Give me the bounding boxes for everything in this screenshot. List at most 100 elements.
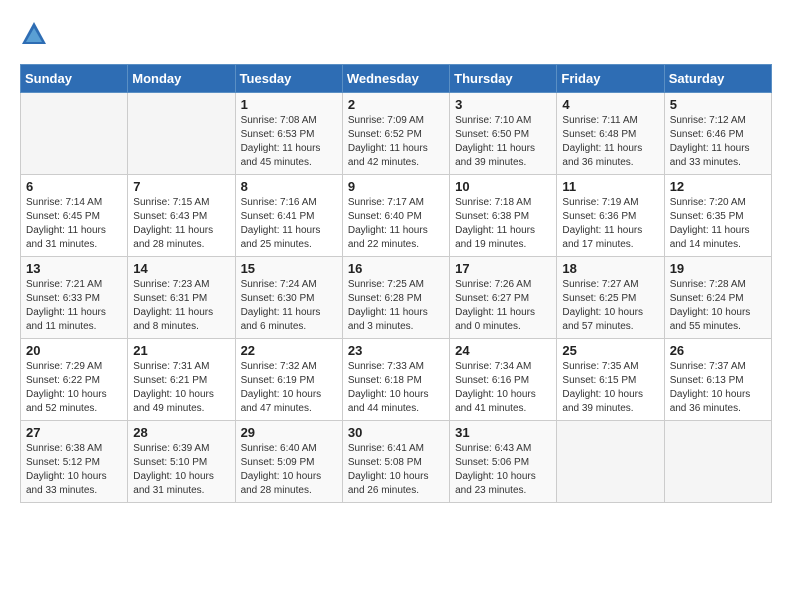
weekday-header-sunday: Sunday	[21, 65, 128, 93]
day-number: 20	[26, 343, 122, 358]
day-detail: Sunrise: 6:40 AM Sunset: 5:09 PM Dayligh…	[241, 442, 337, 498]
day-number: 25	[562, 343, 658, 358]
day-detail: Sunrise: 7:11 AM Sunset: 6:48 PM Dayligh…	[562, 114, 658, 170]
calendar-cell: 15 Sunrise: 7:24 AM Sunset: 6:30 PM Dayli…	[235, 257, 342, 339]
day-number: 3	[455, 97, 551, 112]
calendar-cell: 27 Sunrise: 6:38 AM Sunset: 5:12 PM Dayli…	[21, 421, 128, 503]
weekday-header-thursday: Thursday	[450, 65, 557, 93]
day-number: 7	[133, 179, 229, 194]
calendar-week-row: 27 Sunrise: 6:38 AM Sunset: 5:12 PM Dayli…	[21, 421, 772, 503]
calendar-cell: 30Sunrise: 6:41 AM Sunset: 5:08 PM Dayli…	[342, 421, 449, 503]
day-detail: Sunrise: 7:25 AM Sunset: 6:28 PM Dayligh…	[348, 278, 444, 334]
calendar-table: SundayMondayTuesdayWednesdayThursdayFrid…	[20, 64, 772, 503]
day-detail: Sunrise: 7:09 AM Sunset: 6:52 PM Dayligh…	[348, 114, 444, 170]
day-number: 6	[26, 179, 122, 194]
day-number: 14	[133, 261, 229, 276]
day-number: 13	[26, 261, 122, 276]
day-number: 1	[241, 97, 337, 112]
day-detail: Sunrise: 7:29 AM Sunset: 6:22 PM Dayligh…	[26, 360, 122, 416]
calendar-cell: 28Sunrise: 6:39 AM Sunset: 5:10 PM Dayli…	[128, 421, 235, 503]
calendar-cell: 31 Sunrise: 6:43 AM Sunset: 5:06 PM Dayli…	[450, 421, 557, 503]
calendar-header-row: SundayMondayTuesdayWednesdayThursdayFrid…	[21, 65, 772, 93]
day-number: 10	[455, 179, 551, 194]
day-number: 26	[670, 343, 766, 358]
calendar-cell: 3 Sunrise: 7:10 AM Sunset: 6:50 PM Daylig…	[450, 93, 557, 175]
day-number: 15	[241, 261, 337, 276]
day-detail: Sunrise: 7:27 AM Sunset: 6:25 PM Dayligh…	[562, 278, 658, 334]
day-number: 5	[670, 97, 766, 112]
calendar-cell: 25Sunrise: 7:35 AM Sunset: 6:15 PM Dayli…	[557, 339, 664, 421]
calendar-cell: 2Sunrise: 7:09 AM Sunset: 6:52 PM Daylig…	[342, 93, 449, 175]
weekday-header-friday: Friday	[557, 65, 664, 93]
day-number: 22	[241, 343, 337, 358]
day-detail: Sunrise: 7:10 AM Sunset: 6:50 PM Dayligh…	[455, 114, 551, 170]
day-detail: Sunrise: 7:20 AM Sunset: 6:35 PM Dayligh…	[670, 196, 766, 252]
calendar-cell: 9Sunrise: 7:17 AM Sunset: 6:40 PM Daylig…	[342, 175, 449, 257]
calendar-cell: 5 Sunrise: 7:12 AM Sunset: 6:46 PM Daylig…	[664, 93, 771, 175]
calendar-cell: 29 Sunrise: 6:40 AM Sunset: 5:09 PM Dayli…	[235, 421, 342, 503]
day-detail: Sunrise: 7:24 AM Sunset: 6:30 PM Dayligh…	[241, 278, 337, 334]
day-detail: Sunrise: 7:33 AM Sunset: 6:18 PM Dayligh…	[348, 360, 444, 416]
calendar-cell: 20 Sunrise: 7:29 AM Sunset: 6:22 PM Dayli…	[21, 339, 128, 421]
calendar-week-row: 20 Sunrise: 7:29 AM Sunset: 6:22 PM Dayli…	[21, 339, 772, 421]
day-number: 24	[455, 343, 551, 358]
weekday-header-saturday: Saturday	[664, 65, 771, 93]
day-number: 4	[562, 97, 658, 112]
calendar-cell: 6 Sunrise: 7:14 AM Sunset: 6:45 PM Daylig…	[21, 175, 128, 257]
calendar-week-row: 13 Sunrise: 7:21 AM Sunset: 6:33 PM Dayli…	[21, 257, 772, 339]
calendar-cell: 1 Sunrise: 7:08 AM Sunset: 6:53 PM Daylig…	[235, 93, 342, 175]
day-detail: Sunrise: 7:28 AM Sunset: 6:24 PM Dayligh…	[670, 278, 766, 334]
weekday-header-tuesday: Tuesday	[235, 65, 342, 93]
day-detail: Sunrise: 7:37 AM Sunset: 6:13 PM Dayligh…	[670, 360, 766, 416]
calendar-cell: 23 Sunrise: 7:33 AM Sunset: 6:18 PM Dayli…	[342, 339, 449, 421]
calendar-cell: 22Sunrise: 7:32 AM Sunset: 6:19 PM Dayli…	[235, 339, 342, 421]
day-detail: Sunrise: 7:26 AM Sunset: 6:27 PM Dayligh…	[455, 278, 551, 334]
day-detail: Sunrise: 7:17 AM Sunset: 6:40 PM Dayligh…	[348, 196, 444, 252]
day-number: 27	[26, 425, 122, 440]
day-detail: Sunrise: 7:19 AM Sunset: 6:36 PM Dayligh…	[562, 196, 658, 252]
day-detail: Sunrise: 7:21 AM Sunset: 6:33 PM Dayligh…	[26, 278, 122, 334]
weekday-header-monday: Monday	[128, 65, 235, 93]
calendar-cell	[557, 421, 664, 503]
day-number: 21	[133, 343, 229, 358]
page-header	[20, 20, 772, 48]
calendar-cell: 21 Sunrise: 7:31 AM Sunset: 6:21 PM Dayli…	[128, 339, 235, 421]
calendar-cell: 26 Sunrise: 7:37 AM Sunset: 6:13 PM Dayli…	[664, 339, 771, 421]
logo-icon	[20, 20, 48, 48]
day-detail: Sunrise: 7:15 AM Sunset: 6:43 PM Dayligh…	[133, 196, 229, 252]
day-detail: Sunrise: 6:41 AM Sunset: 5:08 PM Dayligh…	[348, 442, 444, 498]
calendar-cell	[128, 93, 235, 175]
day-number: 29	[241, 425, 337, 440]
logo	[20, 20, 52, 48]
day-detail: Sunrise: 6:38 AM Sunset: 5:12 PM Dayligh…	[26, 442, 122, 498]
day-detail: Sunrise: 7:14 AM Sunset: 6:45 PM Dayligh…	[26, 196, 122, 252]
calendar-cell: 7 Sunrise: 7:15 AM Sunset: 6:43 PM Daylig…	[128, 175, 235, 257]
day-detail: Sunrise: 6:43 AM Sunset: 5:06 PM Dayligh…	[455, 442, 551, 498]
calendar-cell: 16Sunrise: 7:25 AM Sunset: 6:28 PM Dayli…	[342, 257, 449, 339]
calendar-week-row: 1 Sunrise: 7:08 AM Sunset: 6:53 PM Daylig…	[21, 93, 772, 175]
day-number: 11	[562, 179, 658, 194]
day-number: 18	[562, 261, 658, 276]
day-detail: Sunrise: 7:34 AM Sunset: 6:16 PM Dayligh…	[455, 360, 551, 416]
day-detail: Sunrise: 7:08 AM Sunset: 6:53 PM Dayligh…	[241, 114, 337, 170]
day-detail: Sunrise: 6:39 AM Sunset: 5:10 PM Dayligh…	[133, 442, 229, 498]
day-number: 19	[670, 261, 766, 276]
day-detail: Sunrise: 7:31 AM Sunset: 6:21 PM Dayligh…	[133, 360, 229, 416]
day-number: 23	[348, 343, 444, 358]
calendar-cell: 17 Sunrise: 7:26 AM Sunset: 6:27 PM Dayli…	[450, 257, 557, 339]
day-number: 31	[455, 425, 551, 440]
calendar-cell: 12Sunrise: 7:20 AM Sunset: 6:35 PM Dayli…	[664, 175, 771, 257]
day-number: 8	[241, 179, 337, 194]
day-detail: Sunrise: 7:23 AM Sunset: 6:31 PM Dayligh…	[133, 278, 229, 334]
calendar-cell: 13 Sunrise: 7:21 AM Sunset: 6:33 PM Dayli…	[21, 257, 128, 339]
day-detail: Sunrise: 7:12 AM Sunset: 6:46 PM Dayligh…	[670, 114, 766, 170]
calendar-cell: 10 Sunrise: 7:18 AM Sunset: 6:38 PM Dayli…	[450, 175, 557, 257]
day-detail: Sunrise: 7:18 AM Sunset: 6:38 PM Dayligh…	[455, 196, 551, 252]
day-number: 17	[455, 261, 551, 276]
calendar-cell: 18 Sunrise: 7:27 AM Sunset: 6:25 PM Dayli…	[557, 257, 664, 339]
calendar-cell: 4 Sunrise: 7:11 AM Sunset: 6:48 PM Daylig…	[557, 93, 664, 175]
calendar-cell: 8Sunrise: 7:16 AM Sunset: 6:41 PM Daylig…	[235, 175, 342, 257]
calendar-cell	[664, 421, 771, 503]
calendar-cell	[21, 93, 128, 175]
calendar-cell: 24 Sunrise: 7:34 AM Sunset: 6:16 PM Dayli…	[450, 339, 557, 421]
